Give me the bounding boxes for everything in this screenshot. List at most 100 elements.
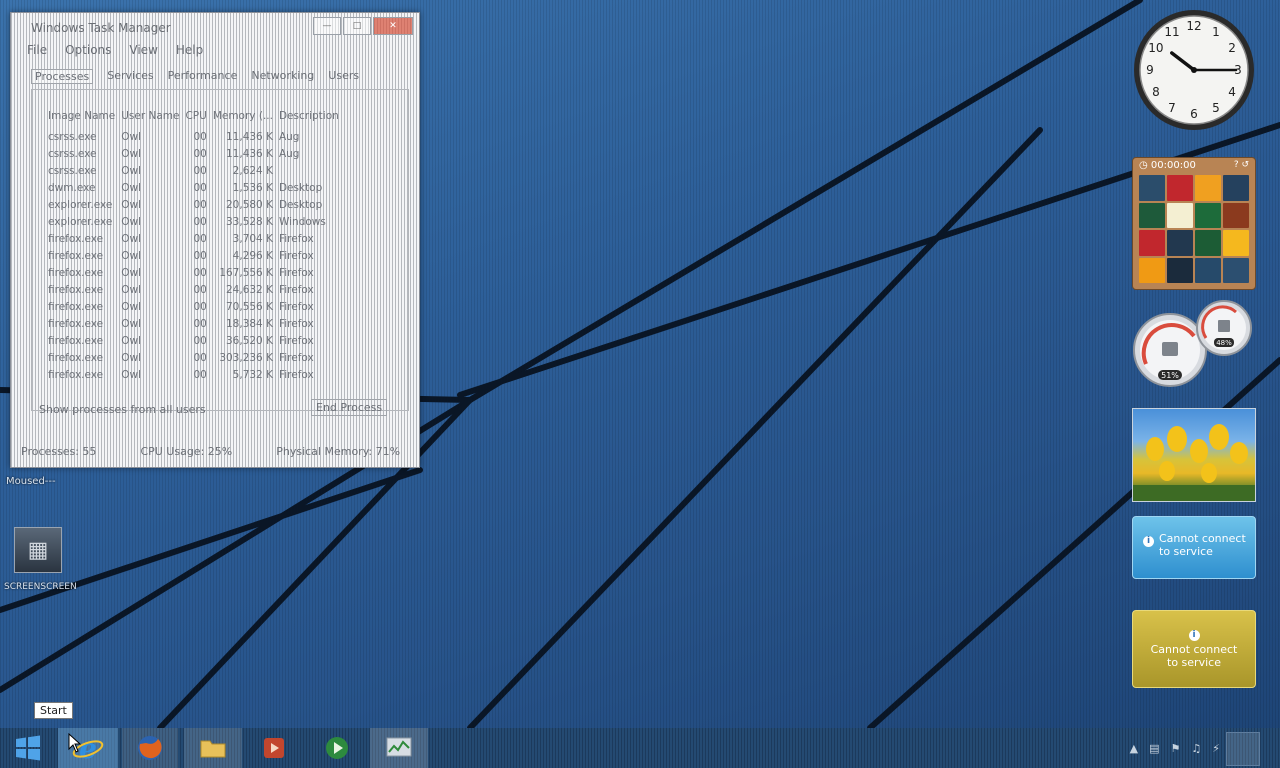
process-description: Windows — [278, 215, 326, 228]
process-description: Firefox — [278, 283, 314, 296]
puzzle-controls-icon[interactable]: ? ↺ — [1234, 160, 1249, 170]
process-cpu: 00 — [193, 164, 207, 177]
cpu-meter-gadget[interactable]: 51% 48% — [1132, 298, 1256, 388]
task-manager-titlebar[interactable]: Windows Task Manager — □ ✕ — [11, 13, 419, 41]
menu-help[interactable]: Help — [176, 43, 203, 57]
table-row[interactable]: csrss.exe Owl 00 11,436 K Aug — [48, 145, 345, 162]
process-description — [279, 162, 345, 179]
puzzle-tile[interactable] — [1195, 230, 1221, 256]
power-icon[interactable]: ⚡ — [1212, 742, 1220, 755]
table-row[interactable]: firefox.exe Owl 00 5,732 K Firefox — [48, 366, 345, 383]
puzzle-tile[interactable] — [1195, 202, 1221, 228]
process-description: Aug — [278, 130, 300, 143]
column-image-name[interactable]: Image Name — [48, 110, 121, 128]
table-row[interactable]: firefox.exe Owl 00 18,384 K Firefox — [48, 315, 345, 332]
table-row[interactable]: firefox.exe Owl 00 70,556 K Firefox — [48, 298, 345, 315]
column-description[interactable]: Description — [279, 110, 345, 128]
table-row[interactable]: csrss.exe Owl 00 11,436 K Aug — [48, 128, 345, 145]
table-row[interactable]: explorer.exe Owl 00 33,528 K Windows — [48, 213, 345, 230]
puzzle-tile[interactable] — [1167, 257, 1193, 283]
status-memory: Physical Memory: 71% — [276, 445, 401, 458]
puzzle-tile[interactable] — [1223, 202, 1249, 228]
weather-gadget[interactable]: i Cannot connect to service — [1132, 516, 1256, 579]
puzzle-tile[interactable] — [1139, 257, 1165, 283]
process-image-name: firefox.exe — [48, 249, 104, 262]
process-memory: 1,536 K — [232, 181, 273, 194]
currency-gadget[interactable]: i Cannot connect to service — [1132, 610, 1256, 688]
table-row[interactable]: firefox.exe Owl 00 3,704 K Firefox — [48, 230, 345, 247]
puzzle-tile[interactable] — [1167, 230, 1193, 256]
process-user-name: Owl — [121, 130, 141, 143]
column-memory[interactable]: Memory (... — [213, 110, 279, 128]
windows-logo-icon — [16, 735, 40, 761]
puzzle-tile[interactable] — [1139, 175, 1165, 201]
taskbar-file-explorer[interactable] — [184, 728, 242, 768]
process-user-name: Owl — [121, 317, 141, 330]
taskbar-media-player[interactable] — [308, 728, 366, 768]
menu-file[interactable]: File — [27, 43, 47, 57]
clock-gadget[interactable]: 1234567891011 12 — [1132, 8, 1256, 132]
status-cpu: CPU Usage: 25% — [140, 445, 233, 458]
close-button[interactable]: ✕ — [373, 17, 413, 35]
column-cpu[interactable]: CPU — [185, 110, 212, 128]
task-manager-window[interactable]: Windows Task Manager — □ ✕ File Options … — [10, 12, 420, 468]
tab-users[interactable]: Users — [328, 69, 359, 84]
process-description: Firefox — [278, 334, 314, 347]
table-row[interactable]: firefox.exe Owl 00 167,556 K Firefox — [48, 264, 345, 281]
show-desktop-button[interactable] — [1226, 732, 1260, 766]
taskbar-firefox[interactable] — [122, 728, 178, 768]
memory-meter-value: 48% — [1216, 339, 1232, 347]
puzzle-tile[interactable] — [1223, 230, 1249, 256]
start-button[interactable] — [0, 728, 56, 768]
process-description: Firefox — [278, 368, 314, 381]
puzzle-tile[interactable] — [1223, 257, 1249, 283]
tab-services[interactable]: Services — [107, 69, 153, 84]
process-user-name: Owl — [121, 266, 141, 279]
process-image-name: dwm.exe — [48, 181, 96, 194]
puzzle-tile[interactable] — [1195, 257, 1221, 283]
table-row[interactable]: firefox.exe Owl 00 36,520 K Firefox — [48, 332, 345, 349]
clock-numeral: 12 — [1186, 19, 1201, 33]
desktop-shortcut-icon[interactable]: ▦ — [14, 527, 62, 573]
process-table: Image Name User Name CPU Memory (... Des… — [48, 110, 345, 383]
table-row[interactable]: firefox.exe Owl 00 4,296 K Firefox — [48, 247, 345, 264]
action-center-flag-icon[interactable]: ⚑ — [1171, 742, 1181, 755]
tab-performance[interactable]: Performance — [168, 69, 238, 84]
table-row[interactable]: firefox.exe Owl 00 24,632 K Firefox — [48, 281, 345, 298]
picture-puzzle-gadget[interactable]: ◷ 00:00:00 ? ↺ — [1132, 157, 1256, 290]
process-memory: 3,704 K — [232, 232, 273, 245]
tab-processes[interactable]: Processes — [31, 69, 94, 84]
minimize-button[interactable]: — — [313, 17, 341, 35]
column-user-name[interactable]: User Name — [121, 110, 185, 128]
table-row[interactable]: csrss.exe Owl 00 2,624 K — [48, 162, 345, 179]
puzzle-tile[interactable] — [1167, 202, 1193, 228]
taskbar-internet-explorer[interactable]: e — [58, 728, 118, 768]
process-cpu: 00 — [193, 283, 207, 296]
table-row[interactable]: dwm.exe Owl 00 1,536 K Desktop — [48, 179, 345, 196]
menu-options[interactable]: Options — [65, 43, 111, 57]
slideshow-gadget[interactable] — [1132, 408, 1256, 502]
maximize-button[interactable]: □ — [343, 17, 371, 35]
clock-numeral: 1 — [1212, 25, 1220, 39]
process-user-name: Owl — [121, 232, 141, 245]
show-all-processes-button[interactable]: Show processes from all users — [39, 403, 206, 416]
menu-view[interactable]: View — [129, 43, 157, 57]
show-hidden-icons-icon[interactable]: ▲ — [1130, 742, 1138, 755]
puzzle-tile[interactable] — [1167, 175, 1193, 201]
puzzle-tile[interactable] — [1223, 175, 1249, 201]
clock-numeral: 5 — [1212, 101, 1220, 115]
taskbar-media-app[interactable] — [246, 728, 302, 768]
puzzle-tile[interactable] — [1139, 202, 1165, 228]
puzzle-tile[interactable] — [1195, 175, 1221, 201]
taskbar-task-manager[interactable] — [370, 728, 428, 768]
puzzle-grid[interactable] — [1139, 175, 1249, 283]
network-icon[interactable]: ▤ — [1149, 742, 1159, 755]
tab-networking[interactable]: Networking — [251, 69, 314, 84]
speaker-icon[interactable]: ♫ — [1191, 742, 1201, 755]
process-description: Desktop — [278, 198, 323, 211]
end-process-button[interactable]: End Process — [311, 399, 388, 416]
table-row[interactable]: explorer.exe Owl 00 20,580 K Desktop — [48, 196, 345, 213]
puzzle-tile[interactable] — [1139, 230, 1165, 256]
table-row[interactable]: firefox.exe Owl 00 303,236 K Firefox — [48, 349, 345, 366]
clock-numeral: 8 — [1152, 85, 1160, 99]
